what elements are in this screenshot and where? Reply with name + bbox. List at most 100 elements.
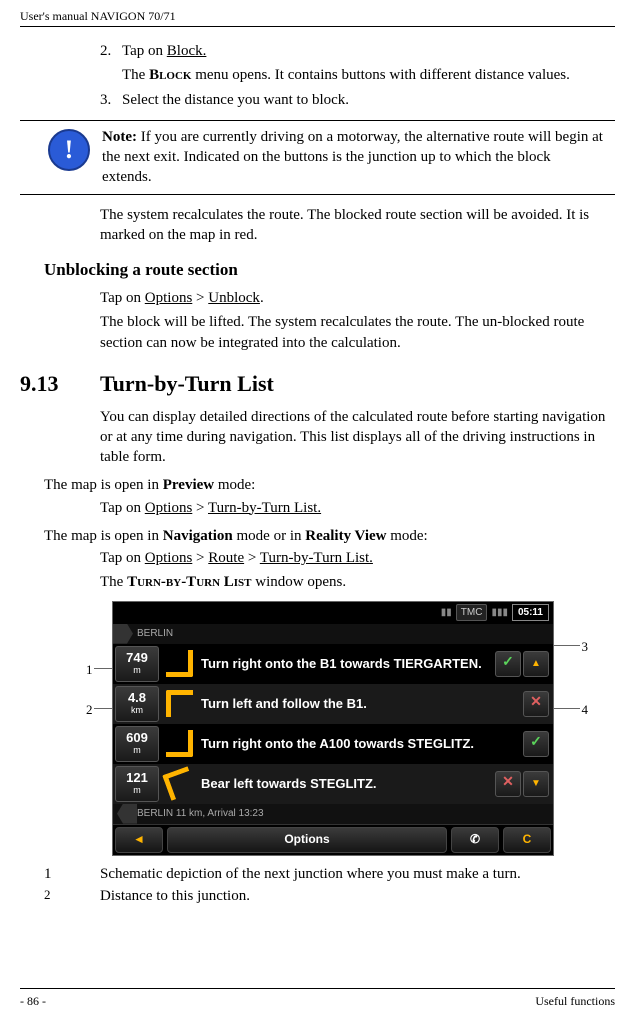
step-2-body: The Block menu opens. It contains button…: [100, 65, 615, 85]
turnlist-link: Turn-by-Turn List.: [208, 500, 321, 516]
phone-button[interactable]: ✆: [451, 827, 499, 853]
tap-line-preview: Tap on Options > Turn-by-Turn List.: [100, 498, 615, 518]
options-link: Options: [145, 500, 193, 516]
device-screenshot: 1 2 3 4 ▮▮ TMC ▮▮▮ 05:11 BERLIN: [100, 601, 580, 856]
forbid-button[interactable]: [495, 771, 521, 797]
text: Tap on: [122, 43, 167, 59]
window-name: Turn-by-Turn List: [127, 574, 251, 590]
battery-icon: ▮▮▮: [491, 606, 508, 620]
options-button[interactable]: Options: [167, 827, 447, 853]
tap-line-navigation: Tap on Options > Route > Turn-by-Turn Li…: [100, 548, 615, 568]
turn-list: 749m Turn right onto the B1 towards TIER…: [113, 644, 553, 804]
mode-name: Preview: [163, 477, 214, 493]
step-num: 2.: [100, 41, 122, 61]
turnlist-link: Turn-by-Turn List.: [260, 550, 373, 566]
mode-name: Navigation: [163, 528, 233, 544]
legend-text: Schematic depiction of the next junction…: [100, 864, 521, 884]
step-3: 3. Select the distance you want to block…: [100, 90, 615, 110]
callout-3: 3: [582, 638, 589, 656]
bottom-bar: ◄ Options ✆ C: [113, 824, 553, 855]
turn-text: Bear left towards STEGLITZ.: [197, 764, 491, 804]
section-body: You can display detailed directions of t…: [100, 407, 615, 468]
text: >: [192, 500, 208, 516]
unblock-body: The block will be lifted. The system rec…: [100, 312, 615, 353]
text: Tap on: [100, 550, 145, 566]
distance-chip: 4.8km: [115, 686, 159, 722]
back-button[interactable]: ◄: [115, 827, 163, 853]
refresh-icon: C: [523, 831, 532, 847]
text: Tap on: [100, 500, 145, 516]
text: mode or in: [233, 528, 306, 544]
page-number: - 86 -: [20, 993, 46, 1009]
text: window opens.: [252, 574, 347, 590]
unblock-tap-line: Tap on Options > Unblock.: [100, 288, 615, 308]
turn-right-icon: [161, 724, 197, 764]
clock: 05:11: [512, 604, 549, 622]
scroll-up-button[interactable]: [523, 651, 549, 677]
section-heading: 9.13 Turn-by-Turn List: [20, 369, 615, 399]
legend-num: 1: [44, 864, 100, 884]
block-menu-name: Block: [149, 67, 191, 83]
signal-icon: ▮▮: [441, 606, 452, 620]
text: >: [192, 550, 208, 566]
text: >: [192, 290, 208, 306]
text: Select the distance you want to block.: [122, 90, 615, 110]
breadcrumb-bottom: BERLIN 11 km, Arrival 13:23: [113, 804, 553, 824]
step-num: 3.: [100, 90, 122, 110]
note-label: Note:: [102, 129, 137, 145]
turn-text: Turn left and follow the B1.: [197, 684, 519, 724]
refresh-button[interactable]: C: [503, 827, 551, 853]
map-open-preview: The map is open in Preview mode:: [44, 475, 615, 495]
legend-text: Distance to this junction.: [100, 886, 250, 906]
distance-chip: 121m: [115, 766, 159, 802]
page-footer: - 86 - Useful functions: [20, 988, 615, 1019]
map-open-navigation: The map is open in Navigation mode or in…: [44, 526, 615, 546]
text: The: [122, 67, 149, 83]
note-body: If you are currently driving on a motorw…: [102, 129, 603, 186]
turn-row[interactable]: 4.8km Turn left and follow the B1.: [113, 684, 553, 724]
unblock-link: Unblock: [208, 290, 260, 306]
breadcrumb-top: BERLIN: [113, 624, 553, 644]
section-title: Turn-by-Turn List: [100, 369, 274, 399]
phone-icon: ✆: [470, 831, 480, 847]
forbid-button[interactable]: [523, 691, 549, 717]
text: The map is open in: [44, 477, 163, 493]
breadcrumb-label: BERLIN 11 km, Arrival 13:23: [137, 807, 264, 821]
chevron-left-icon: [117, 804, 137, 824]
chevron-right-icon: [113, 624, 133, 644]
distance-chip: 609m: [115, 726, 159, 762]
section-number: 9.13: [20, 369, 100, 399]
legend-num: 2: [44, 886, 100, 906]
callout-4: 4: [582, 701, 589, 719]
back-icon: ◄: [133, 831, 145, 847]
status-bar: ▮▮ TMC ▮▮▮ 05:11: [113, 602, 553, 624]
breadcrumb-label: BERLIN: [137, 627, 173, 641]
text: .: [260, 290, 264, 306]
text: >: [244, 550, 260, 566]
options-link: Options: [145, 550, 193, 566]
turn-row[interactable]: 609m Turn right onto the A100 towards ST…: [113, 724, 553, 764]
text: menu opens. It contains buttons with dif…: [191, 67, 569, 83]
turn-text: Turn right onto the B1 towards TIERGARTE…: [197, 644, 491, 684]
callout-1: 1: [86, 661, 93, 679]
mode-name: Reality View: [305, 528, 386, 544]
turn-text: Turn right onto the A100 towards STEGLIT…: [197, 724, 519, 764]
text: mode:: [386, 528, 427, 544]
bear-left-icon: [161, 764, 197, 804]
legend-1: 1 Schematic depiction of the next juncti…: [44, 864, 615, 884]
text: The map is open in: [44, 528, 163, 544]
scroll-down-button[interactable]: [523, 771, 549, 797]
text: The: [100, 574, 127, 590]
distance-chip: 749m: [115, 646, 159, 682]
legend-2: 2 Distance to this junction.: [44, 886, 615, 906]
window-opens-line: The Turn-by-Turn List window opens.: [100, 572, 615, 592]
subheading-unblocking: Unblocking a route section: [44, 259, 615, 282]
turn-right-icon: [161, 644, 197, 684]
note-box: ! Note: If you are currently driving on …: [20, 120, 615, 195]
allow-button[interactable]: [495, 651, 521, 677]
step-2: 2. Tap on Block.: [100, 41, 615, 61]
allow-button[interactable]: [523, 731, 549, 757]
turn-row[interactable]: 121m Bear left towards STEGLITZ.: [113, 764, 553, 804]
turn-row[interactable]: 749m Turn right onto the B1 towards TIER…: [113, 644, 553, 684]
footer-section: Useful functions: [535, 993, 615, 1009]
